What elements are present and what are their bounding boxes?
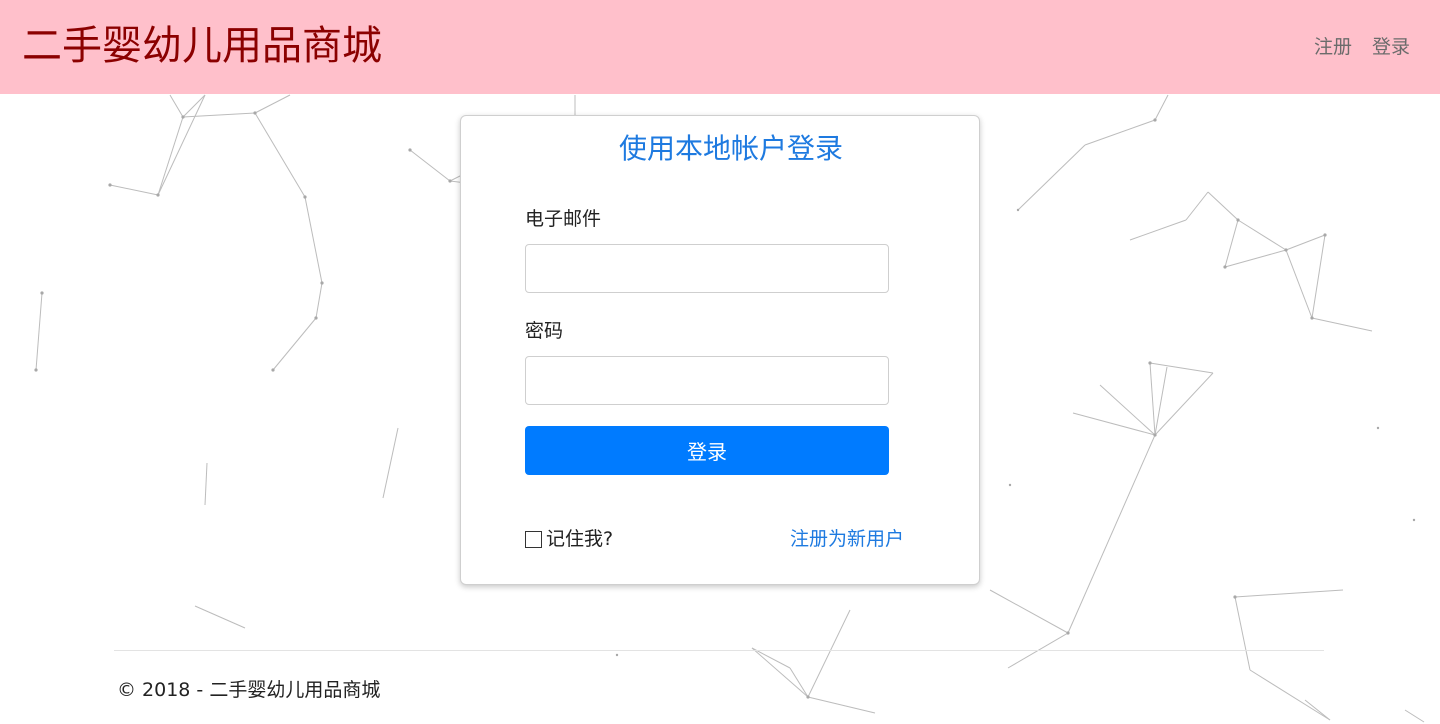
footer-copyright: © 2018 - 二手婴幼儿用品商城 [117,679,381,701]
remember-me: 记住我? [525,526,613,552]
email-label: 电子邮件 [525,208,602,230]
login-title: 使用本地帐户登录 [618,132,843,165]
login-card: 使用本地帐户登录 电子邮件 密码 登录 记住我? 注册为新用户 [460,115,980,585]
register-new-user-link[interactable]: 注册为新用户 [790,526,904,552]
remember-me-checkbox[interactable] [525,530,542,548]
navbar: 二手婴幼儿用品商城 注册 登录 [0,0,1440,94]
password-label: 密码 [525,320,564,342]
email-field[interactable] [525,244,889,293]
nav-links: 注册 登录 [1314,34,1410,60]
nav-register-link[interactable]: 注册 [1314,34,1352,60]
password-field[interactable] [525,356,889,405]
nav-login-link[interactable]: 登录 [1372,34,1410,60]
footer-divider [114,650,1324,651]
remember-me-label: 记住我? [546,528,614,550]
brand-link[interactable]: 二手婴幼儿用品商城 [22,20,382,72]
login-button[interactable]: 登录 [525,426,889,475]
